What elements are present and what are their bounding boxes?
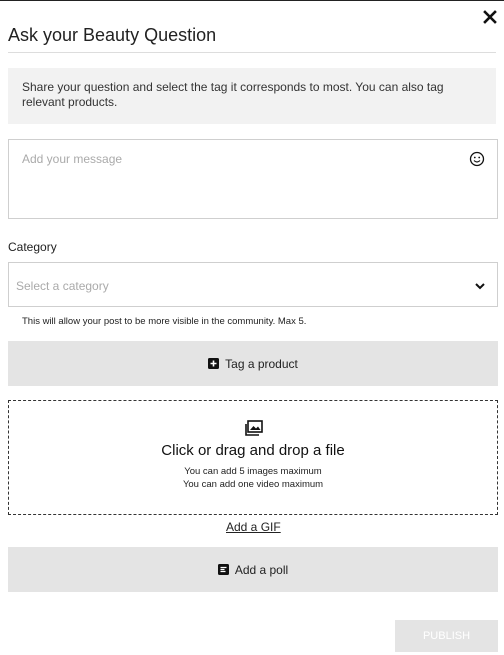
info-text: Share your question and select the tag i… [22, 80, 444, 109]
plus-square-icon [208, 358, 220, 369]
dropzone-video-limit: You can add one video maximum [182, 479, 324, 490]
add-poll-label: Add a poll [234, 562, 289, 577]
info-box: Share your question and select the tag i… [8, 68, 496, 124]
tag-product-label: Tag a product [225, 356, 298, 371]
message-placeholder: Add your message [22, 152, 123, 166]
dropzone-images-limit: You can add 5 images maximum [184, 466, 322, 477]
add-poll-button[interactable]: Add a poll [8, 547, 498, 592]
category-placeholder: Select a category [16, 279, 109, 293]
category-select[interactable]: Select a category [8, 262, 498, 307]
tag-product-button[interactable]: Tag a product [8, 341, 498, 386]
message-input[interactable]: Add your message [8, 139, 498, 219]
add-gif-link[interactable]: Add a GIF [226, 520, 281, 534]
image-upload-icon [245, 420, 263, 436]
close-icon[interactable] [482, 9, 498, 25]
file-dropzone[interactable]: Click or drag and drop a file You can ad… [8, 400, 498, 515]
poll-icon [217, 564, 229, 575]
publish-button[interactable]: PUBLISH [395, 620, 498, 652]
chevron-down-icon [474, 279, 486, 291]
modal-title: Ask your Beauty Question [8, 25, 217, 45]
dropzone-title: Click or drag and drop a file [161, 442, 345, 459]
modal-top-border [0, 0, 504, 1]
category-label: Category [8, 240, 57, 254]
title-divider [8, 52, 496, 53]
smiley-icon[interactable] [469, 151, 485, 167]
category-hint: This will allow your post to be more vis… [22, 316, 307, 327]
